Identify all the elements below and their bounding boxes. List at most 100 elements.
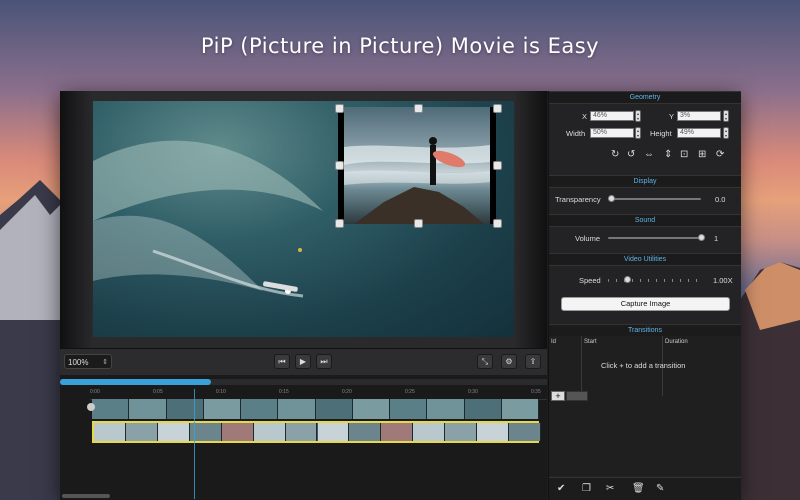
main-clip-track-selected[interactable] bbox=[92, 421, 541, 443]
play-button[interactable]: ▶ bbox=[295, 354, 311, 369]
clip-frame bbox=[315, 399, 353, 419]
transparency-label: Transparency bbox=[555, 195, 601, 204]
trash-icon[interactable]: 🗑 bbox=[632, 483, 645, 494]
next-frame-icon: ⏭ bbox=[320, 357, 328, 366]
x-stepper[interactable]: ▴ ▾ bbox=[635, 110, 641, 122]
clip-frame bbox=[477, 423, 510, 441]
checkmark-icon[interactable]: ✔ bbox=[557, 483, 565, 494]
height-field[interactable]: 49% bbox=[677, 128, 721, 138]
rotate-right-icon[interactable]: ↻ bbox=[611, 149, 619, 160]
add-transition-button[interactable]: + bbox=[551, 391, 565, 401]
fit-icon[interactable]: ⊡ bbox=[680, 149, 688, 160]
scrubber-progress[interactable] bbox=[60, 379, 211, 385]
y-field[interactable]: 3% bbox=[677, 111, 721, 121]
resize-handle-tr[interactable] bbox=[493, 104, 502, 113]
ruler-tick: 0:15 bbox=[279, 389, 289, 395]
surfer-scene bbox=[344, 137, 490, 224]
transitions-table bbox=[549, 336, 741, 476]
canvas-side-left bbox=[60, 91, 93, 348]
clip-frame bbox=[278, 399, 316, 419]
height-label: Height bbox=[650, 129, 672, 138]
clip-frame bbox=[92, 399, 130, 419]
bottom-toolbar: ✔ ❐ ✂ 🗑 ✎ bbox=[549, 477, 741, 500]
clip-frame bbox=[427, 399, 465, 419]
fullscreen-button[interactable]: ⤡ bbox=[477, 354, 493, 369]
remove-transition-button[interactable] bbox=[566, 391, 588, 401]
play-icon: ▶ bbox=[299, 357, 307, 366]
ruler-tick: 0:30 bbox=[468, 389, 478, 395]
ruler-tick: 0:10 bbox=[216, 389, 226, 395]
resize-handle-bl[interactable] bbox=[335, 219, 344, 228]
canvas-side-right bbox=[514, 91, 547, 348]
y-label: Y bbox=[669, 112, 675, 121]
transparency-slider[interactable] bbox=[611, 198, 701, 200]
width-field[interactable]: 50% bbox=[590, 128, 634, 138]
speed-slider-knob[interactable] bbox=[624, 276, 631, 283]
volume-slider[interactable] bbox=[608, 237, 701, 239]
zoom-select[interactable]: 100% ⇕ bbox=[64, 354, 112, 369]
capture-image-button[interactable]: Capture Image bbox=[561, 297, 730, 311]
clip-frame bbox=[241, 399, 279, 419]
volume-value: 1 bbox=[714, 234, 719, 243]
speed-slider[interactable] bbox=[608, 279, 703, 282]
settings-button[interactable]: ⚙ bbox=[501, 354, 517, 369]
clip-frame bbox=[381, 423, 414, 441]
prev-frame-button[interactable]: ⏮ bbox=[274, 354, 290, 369]
width-stepper[interactable]: ▴ ▾ bbox=[635, 127, 641, 139]
width-label: Width bbox=[566, 129, 586, 138]
fullscreen-icon: ⤡ bbox=[481, 357, 489, 366]
video-utilities-header: Video Utilities bbox=[549, 253, 741, 266]
clip-frame bbox=[413, 423, 446, 441]
clip-frame bbox=[221, 423, 254, 441]
sound-header: Sound bbox=[549, 214, 741, 227]
headline: PiP (Picture in Picture) Movie is Easy bbox=[200, 34, 600, 58]
clip-frame bbox=[94, 423, 126, 441]
col-id[interactable]: Id bbox=[551, 338, 556, 346]
clip-frame bbox=[285, 423, 318, 441]
clip-frame bbox=[445, 423, 478, 441]
flip-vertical-icon[interactable]: ⇕ bbox=[664, 149, 672, 160]
fill-icon[interactable]: ⊞ bbox=[698, 149, 706, 160]
wand-icon[interactable]: ✎ bbox=[656, 483, 664, 494]
playhead[interactable] bbox=[194, 389, 195, 499]
resize-handle-bc[interactable] bbox=[414, 219, 423, 228]
pip-video[interactable] bbox=[338, 107, 496, 224]
copy-icon[interactable]: ❐ bbox=[582, 483, 591, 494]
track-handle[interactable] bbox=[87, 403, 95, 411]
clip-frame bbox=[317, 423, 350, 441]
transparency-slider-knob[interactable] bbox=[608, 195, 615, 202]
resize-handle-br[interactable] bbox=[493, 219, 502, 228]
ruler-tick: 0:20 bbox=[342, 389, 352, 395]
ruler-tick: 0:05 bbox=[153, 389, 163, 395]
resize-handle-ml[interactable] bbox=[335, 161, 344, 170]
pip-clip-track[interactable] bbox=[92, 399, 539, 419]
reset-icon[interactable]: ⟳ bbox=[716, 149, 724, 160]
volume-slider-knob[interactable] bbox=[698, 234, 705, 241]
next-frame-button[interactable]: ⏭ bbox=[316, 354, 332, 369]
share-icon: ⇪ bbox=[529, 357, 537, 366]
y-stepper[interactable]: ▴ ▾ bbox=[723, 110, 729, 122]
geometry-header: Geometry bbox=[549, 91, 741, 104]
x-field[interactable]: 46% bbox=[590, 111, 634, 121]
scissors-icon[interactable]: ✂ bbox=[606, 483, 614, 494]
col-start[interactable]: Start bbox=[584, 338, 597, 346]
share-button[interactable]: ⇪ bbox=[525, 354, 541, 369]
ruler-tick: 0:00 bbox=[90, 389, 100, 395]
resize-handle-mr[interactable] bbox=[493, 161, 502, 170]
clip-frame bbox=[203, 399, 241, 419]
clip-frame bbox=[157, 423, 190, 441]
display-header: Display bbox=[549, 175, 741, 188]
resize-handle-tl[interactable] bbox=[335, 104, 344, 113]
timeline-scrollbar[interactable] bbox=[62, 494, 110, 498]
clip-frame bbox=[501, 399, 539, 419]
height-stepper[interactable]: ▴ ▾ bbox=[723, 127, 729, 139]
inspector-panel: Geometry X 46% ▴ ▾ Y 3% ▴ ▾ Width 50% ▴ ▾ H… bbox=[548, 91, 741, 500]
col-duration[interactable]: Duration bbox=[665, 338, 688, 346]
flip-horizontal-icon[interactable]: ⇔ bbox=[644, 149, 654, 160]
rotate-left-icon[interactable]: ↺ bbox=[627, 149, 635, 160]
clip-frame bbox=[349, 423, 382, 441]
gear-icon: ⚙ bbox=[505, 357, 513, 366]
speed-value: 1.00X bbox=[713, 276, 733, 285]
resize-handle-tc[interactable] bbox=[414, 104, 423, 113]
ruler-tick: 0:35 bbox=[531, 389, 541, 395]
